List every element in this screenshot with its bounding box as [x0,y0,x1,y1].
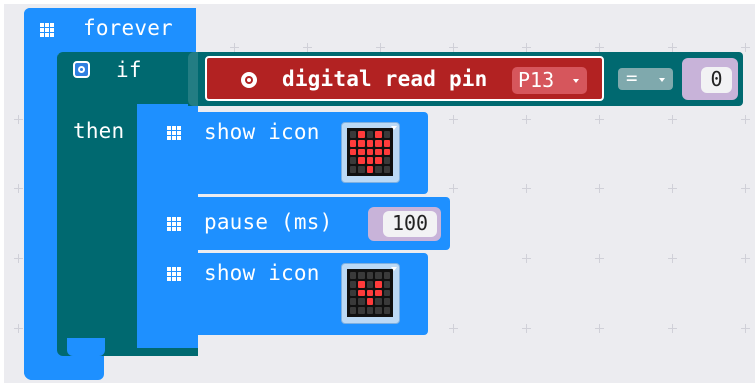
grid-icon [167,126,181,140]
dropdown-caret-icon [659,78,665,82]
digital-read-pin-block[interactable]: digital read pin P13 [205,56,604,101]
led-screen [347,269,393,317]
show-icon-label: show icon [204,120,320,144]
compare-value-block[interactable]: 0 [682,58,738,100]
pin-dropdown[interactable]: P13 [512,67,587,94]
compare-value: 0 [710,67,723,91]
grid-mark [449,43,458,52]
grid-mark [741,254,750,263]
if-label: if [116,58,142,82]
operator-dropdown[interactable]: = [618,67,673,90]
operator-value: = [626,67,638,89]
grid-mark [522,43,531,52]
grid-mark [668,254,677,263]
icon-picker[interactable] [341,263,400,324]
grid-icon [40,23,54,37]
pin-value: P13 [518,68,555,92]
grid-mark [668,184,677,193]
grid-mark [230,43,239,52]
show-icon-block-1[interactable]: show icon [146,112,428,194]
grid-mark [14,324,23,333]
grid-mark [449,184,458,193]
grid-mark [595,184,604,193]
icon-picker[interactable] [341,122,400,183]
grid-mark [449,324,458,333]
pause-value-block[interactable]: 100 [368,207,441,241]
pause-block[interactable]: pause (ms) 100 [146,197,450,250]
digital-read-label: digital read pin [282,67,488,91]
grid-mark [741,184,750,193]
grid-icon [167,267,181,281]
grid-mark [741,115,750,124]
show-icon-label: show icon [204,261,320,285]
grid-mark [14,184,23,193]
grid-mark [668,43,677,52]
grid-mark [522,254,531,263]
grid-mark [303,43,312,52]
grid-icon [167,217,181,231]
compare-value-field[interactable]: 0 [701,67,732,93]
pause-value-field[interactable]: 100 [383,211,437,237]
grid-mark [595,115,604,124]
grid-mark [14,254,23,263]
grid-mark [522,184,531,193]
dropdown-caret-icon [391,126,397,130]
grid-mark [595,324,604,333]
grid-mark [522,324,531,333]
grid-mark [668,324,677,333]
then-label: then [73,119,125,143]
show-icon-block-2[interactable]: show icon [146,253,428,335]
grid-mark [14,115,23,124]
pause-label: pause (ms) [204,210,333,234]
grid-mark [376,43,385,52]
grid-mark [595,254,604,263]
dropdown-caret-icon [573,79,579,83]
grid-mark [668,115,677,124]
grid-mark [595,43,604,52]
grid-mark [449,115,458,124]
dropdown-caret-icon [391,267,397,271]
pause-value: 100 [391,211,429,235]
grid-mark [741,324,750,333]
grid-mark [741,43,750,52]
forever-label: forever [83,16,173,40]
gear-icon[interactable] [73,61,90,78]
pin-icon [241,72,257,88]
led-screen [347,128,393,176]
grid-mark [522,115,531,124]
